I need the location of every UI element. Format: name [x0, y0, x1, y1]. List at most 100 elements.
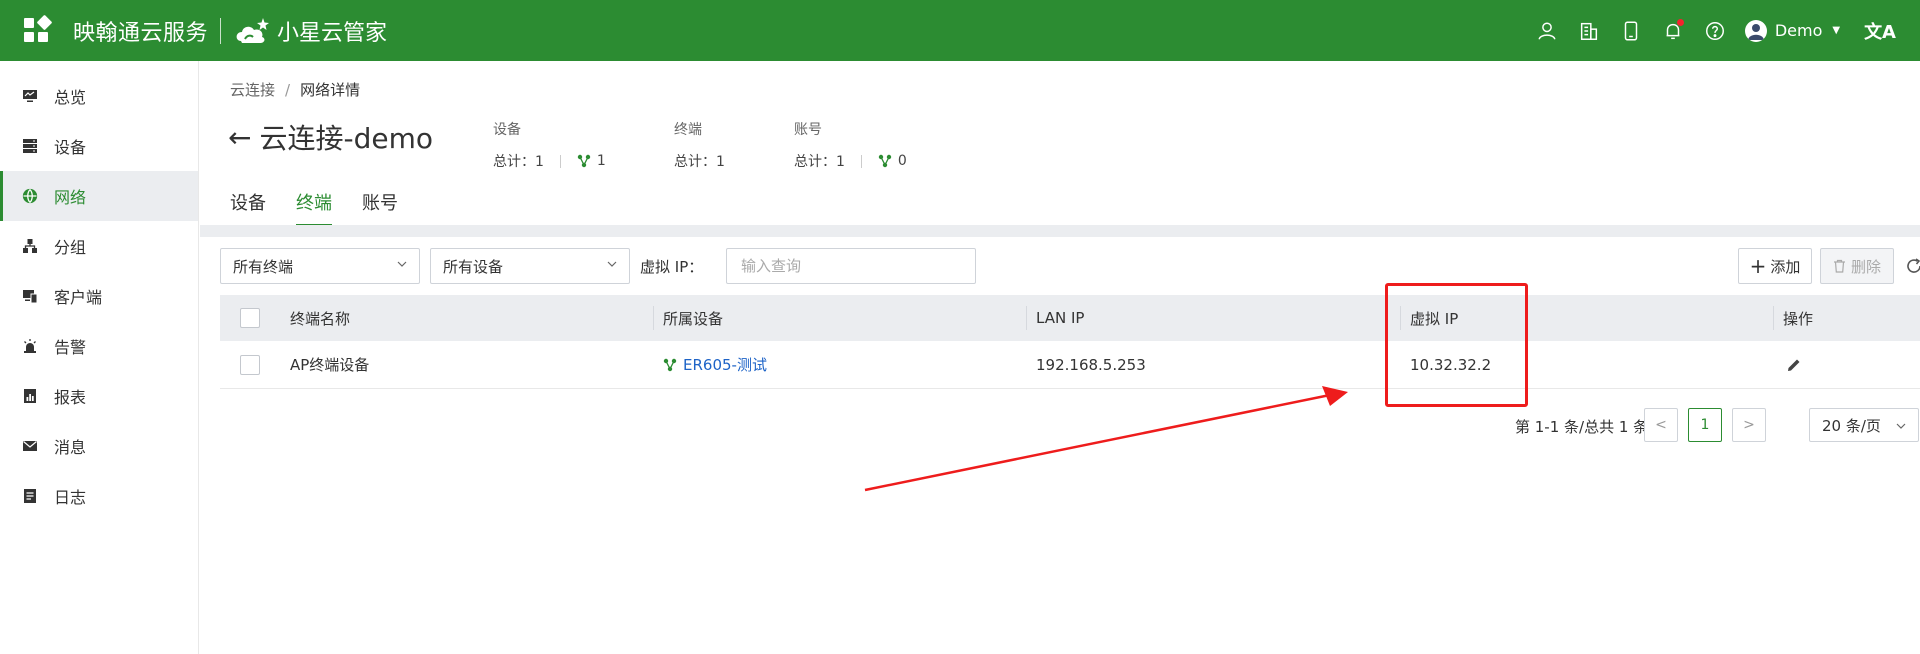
building-icon[interactable]	[1577, 19, 1601, 43]
server-icon	[22, 138, 38, 154]
app-grid-icon[interactable]	[24, 14, 53, 44]
sidebar-item-devices[interactable]: 设备	[0, 121, 198, 171]
stat-terminals: 终端 总计：1	[674, 119, 725, 171]
sidebar-item-label: 设备	[54, 138, 87, 157]
breadcrumb-root[interactable]: 云连接	[230, 81, 275, 99]
notification-dot	[1676, 18, 1684, 26]
breadcrumb: 云连接 / 网络详情	[230, 79, 360, 100]
tab-terminals[interactable]: 终端	[296, 189, 332, 227]
page-size-select[interactable]: 20 条/页	[1809, 408, 1919, 442]
user-icon[interactable]	[1535, 19, 1559, 43]
chevron-down-icon	[397, 261, 407, 267]
chevron-down-icon	[1896, 423, 1906, 429]
add-button-label: 添加	[1770, 257, 1801, 276]
network-node-icon	[878, 154, 892, 168]
tab-devices[interactable]: 设备	[230, 189, 266, 227]
chevron-right-icon: >	[1743, 417, 1755, 433]
add-button[interactable]: + 添加	[1738, 248, 1812, 284]
col-header-actions: 操作	[1783, 309, 1814, 328]
stat-total: 总计：1	[493, 154, 544, 170]
stat-total: 总计：1	[674, 154, 725, 170]
stat-divider	[860, 154, 862, 168]
monitor-icon	[22, 88, 38, 104]
page-title: 云连接-demo	[259, 122, 433, 155]
sidebar-item-groups[interactable]: 分组	[0, 221, 198, 271]
sidebar-item-logs[interactable]: 日志	[0, 471, 198, 521]
chevron-down-icon	[607, 261, 617, 267]
bell-icon[interactable]	[1661, 18, 1685, 43]
select-all-checkbox[interactable]	[240, 308, 260, 328]
globe-icon	[22, 188, 38, 204]
edit-pencil-icon[interactable]	[1786, 357, 1802, 373]
table-header: 终端名称 所属设备 LAN IP 虚拟 IP 操作	[220, 295, 1920, 341]
mail-icon	[22, 438, 38, 454]
sidebar-item-overview[interactable]: 总览	[0, 71, 198, 121]
row-checkbox[interactable]	[240, 354, 260, 375]
terminal-filter-select[interactable]: 所有终端	[220, 248, 420, 284]
stat-net-count: 0	[897, 153, 907, 169]
brand-divider	[220, 17, 222, 44]
stat-label: 设备	[493, 122, 521, 138]
top-bar: 映翰通云服务 小星云管家 Demo ▼ 文A	[0, 0, 1920, 61]
back-arrow-icon[interactable]: ←	[228, 121, 251, 154]
brand-name: 映翰通云服务	[73, 20, 209, 46]
sidebar-item-label: 消息	[54, 438, 87, 457]
annotation-arrow	[864, 386, 1348, 492]
client-icon	[22, 288, 38, 304]
delete-button[interactable]: 删除	[1820, 248, 1894, 284]
col-header-lan-ip: LAN IP	[1036, 309, 1085, 327]
sidebar-item-label: 分组	[54, 238, 87, 257]
sidebar-item-clients[interactable]: 客户端	[0, 271, 198, 321]
sidebar-item-messages[interactable]: 消息	[0, 421, 198, 471]
stat-label: 终端	[674, 122, 702, 138]
section-divider	[200, 225, 1920, 237]
caret-down-icon[interactable]: ▼	[1832, 25, 1840, 36]
virtual-ip-label: 虚拟 IP：	[640, 258, 704, 276]
sidebar-item-label: 告警	[54, 338, 87, 357]
page-button-current[interactable]: 1	[1688, 408, 1722, 442]
user-name[interactable]: Demo	[1775, 21, 1823, 40]
main-content: 云连接 / 网络详情 ← 云连接-demo 设备 总计：1 1 终端 总计：1 账号…	[200, 61, 1920, 654]
breadcrumb-current: 网络详情	[300, 81, 361, 99]
alarm-icon	[22, 338, 38, 354]
help-icon[interactable]	[1703, 19, 1727, 43]
language-icon[interactable]: 文A	[1864, 18, 1896, 44]
sidebar-item-label: 总览	[54, 88, 87, 107]
annotation-highlight-box	[1385, 283, 1528, 407]
stat-net-count: 1	[596, 153, 606, 169]
sidebar-item-reports[interactable]: 报表	[0, 371, 198, 421]
virtual-ip-search-input[interactable]	[726, 248, 976, 284]
trash-icon	[1833, 259, 1845, 273]
select-value: 所有终端	[233, 257, 294, 276]
select-value: 所有设备	[443, 257, 504, 276]
stat-devices: 设备 总计：1 1	[493, 119, 606, 171]
hierarchy-icon	[22, 238, 38, 254]
cloud-star-logo-icon	[236, 17, 270, 43]
sidebar-item-network[interactable]: 网络	[0, 171, 198, 221]
refresh-icon[interactable]	[1904, 256, 1920, 276]
page-size-value: 20 条/页	[1822, 416, 1881, 435]
stat-divider	[559, 154, 561, 168]
sidebar-item-alarms[interactable]: 告警	[0, 321, 198, 371]
tab-bar: 设备 终端 账号	[230, 189, 428, 227]
sidebar-item-label: 网络	[54, 188, 87, 207]
prev-page-button[interactable]: <	[1644, 408, 1678, 442]
sidebar-item-label: 客户端	[54, 288, 103, 307]
tab-accounts[interactable]: 账号	[362, 189, 398, 227]
stat-total: 总计：1	[794, 154, 845, 170]
delete-button-label: 删除	[1850, 257, 1881, 276]
next-page-button[interactable]: >	[1732, 408, 1766, 442]
stat-accounts: 账号 总计：1 0	[794, 119, 907, 171]
stat-label: 账号	[794, 122, 822, 138]
report-icon	[22, 388, 38, 404]
chevron-left-icon: <	[1655, 417, 1667, 433]
col-header-device: 所属设备	[663, 309, 724, 328]
avatar[interactable]	[1744, 19, 1767, 42]
sidebar-item-label: 日志	[54, 488, 87, 507]
mobile-icon[interactable]	[1619, 19, 1643, 43]
filter-toolbar: 所有终端 所有设备 虚拟 IP： + 添加 删除	[220, 248, 1920, 284]
plus-icon: +	[1749, 254, 1767, 278]
col-header-name: 终端名称	[290, 309, 351, 328]
device-filter-select[interactable]: 所有设备	[430, 248, 630, 284]
device-link[interactable]: ER605-测试	[663, 354, 767, 375]
